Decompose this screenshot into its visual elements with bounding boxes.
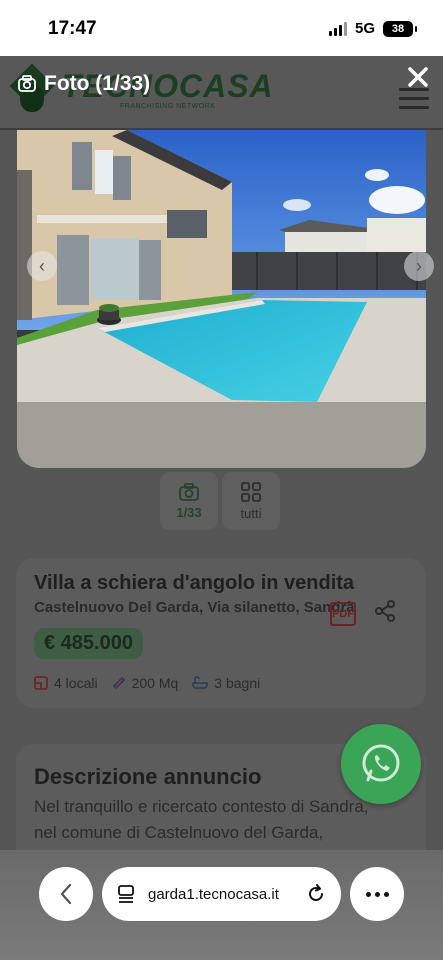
ruler-icon bbox=[112, 676, 125, 690]
network-type: 5G bbox=[354, 20, 375, 37]
pdf-icon[interactable]: PDF bbox=[330, 602, 356, 626]
status-indicators: 5G 38 bbox=[328, 20, 417, 37]
gallery-thumbs: 1/33 tutti bbox=[160, 472, 280, 530]
feature-rooms: 4 locali bbox=[34, 675, 98, 691]
listing-title: Villa a schiera d'angolo in vendita bbox=[34, 572, 355, 594]
price-badge: € 485.000 bbox=[34, 628, 143, 659]
next-photo-button[interactable]: › bbox=[404, 251, 434, 281]
reload-icon[interactable] bbox=[305, 883, 327, 905]
description-text: Nel tranquillo e ricercato contesto di S… bbox=[34, 797, 369, 842]
chevron-right-icon: › bbox=[416, 255, 422, 276]
rooms-icon bbox=[34, 676, 48, 690]
close-icon[interactable] bbox=[407, 66, 429, 88]
feature-label: 3 bagni bbox=[214, 675, 261, 691]
listing-summary-card: Villa a schiera d'angolo in vendita Cast… bbox=[16, 558, 426, 708]
camera-icon bbox=[18, 75, 36, 92]
back-button[interactable] bbox=[39, 867, 93, 921]
battery-level: 38 bbox=[391, 22, 405, 35]
browser-toolbar: garda1.tecnocasa.it bbox=[0, 850, 443, 960]
address-bar[interactable]: garda1.tecnocasa.it bbox=[102, 867, 341, 921]
url-text: garda1.tecnocasa.it bbox=[148, 885, 279, 903]
previous-photo-button[interactable]: ‹ bbox=[27, 251, 57, 281]
tab-overview-icon bbox=[118, 885, 134, 903]
dot bbox=[365, 891, 371, 897]
grid-icon bbox=[241, 481, 261, 502]
photo-counter: Foto (1/33) bbox=[18, 72, 150, 96]
thumb-label: tutti bbox=[240, 505, 262, 521]
chevron-left-icon bbox=[60, 883, 72, 905]
camera-icon bbox=[179, 482, 199, 501]
photo-counter-label: Foto (1/33) bbox=[44, 72, 151, 95]
bathtub-icon bbox=[192, 676, 209, 689]
listing-photo[interactable] bbox=[17, 130, 426, 468]
battery-icon: 38 bbox=[383, 20, 417, 37]
share-icon[interactable] bbox=[374, 600, 396, 622]
pool-villa-photo bbox=[17, 130, 426, 468]
signal-icon bbox=[328, 21, 347, 36]
feature-label: 4 locali bbox=[54, 675, 98, 691]
feature-bathrooms: 3 bagni bbox=[192, 675, 260, 691]
menu-icon[interactable] bbox=[399, 88, 429, 115]
dot bbox=[374, 891, 380, 897]
thumb-label: 1/33 bbox=[176, 504, 202, 520]
features-row: 4 locali 200 Mq 3 bagni bbox=[34, 675, 408, 691]
thumb-photo-counter[interactable]: 1/33 bbox=[160, 472, 218, 530]
status-time: 17:47 bbox=[48, 18, 97, 39]
dot bbox=[383, 891, 389, 897]
status-bar: 17:47 5G 38 bbox=[0, 0, 443, 56]
thumb-all-photos[interactable]: tutti bbox=[222, 472, 280, 530]
whatsapp-icon bbox=[362, 744, 400, 782]
whatsapp-button[interactable] bbox=[341, 724, 421, 804]
feature-label: 200 Mq bbox=[131, 675, 179, 691]
chevron-left-icon: ‹ bbox=[39, 255, 45, 276]
feature-area: 200 Mq bbox=[112, 675, 179, 691]
more-options-button[interactable] bbox=[350, 867, 404, 921]
